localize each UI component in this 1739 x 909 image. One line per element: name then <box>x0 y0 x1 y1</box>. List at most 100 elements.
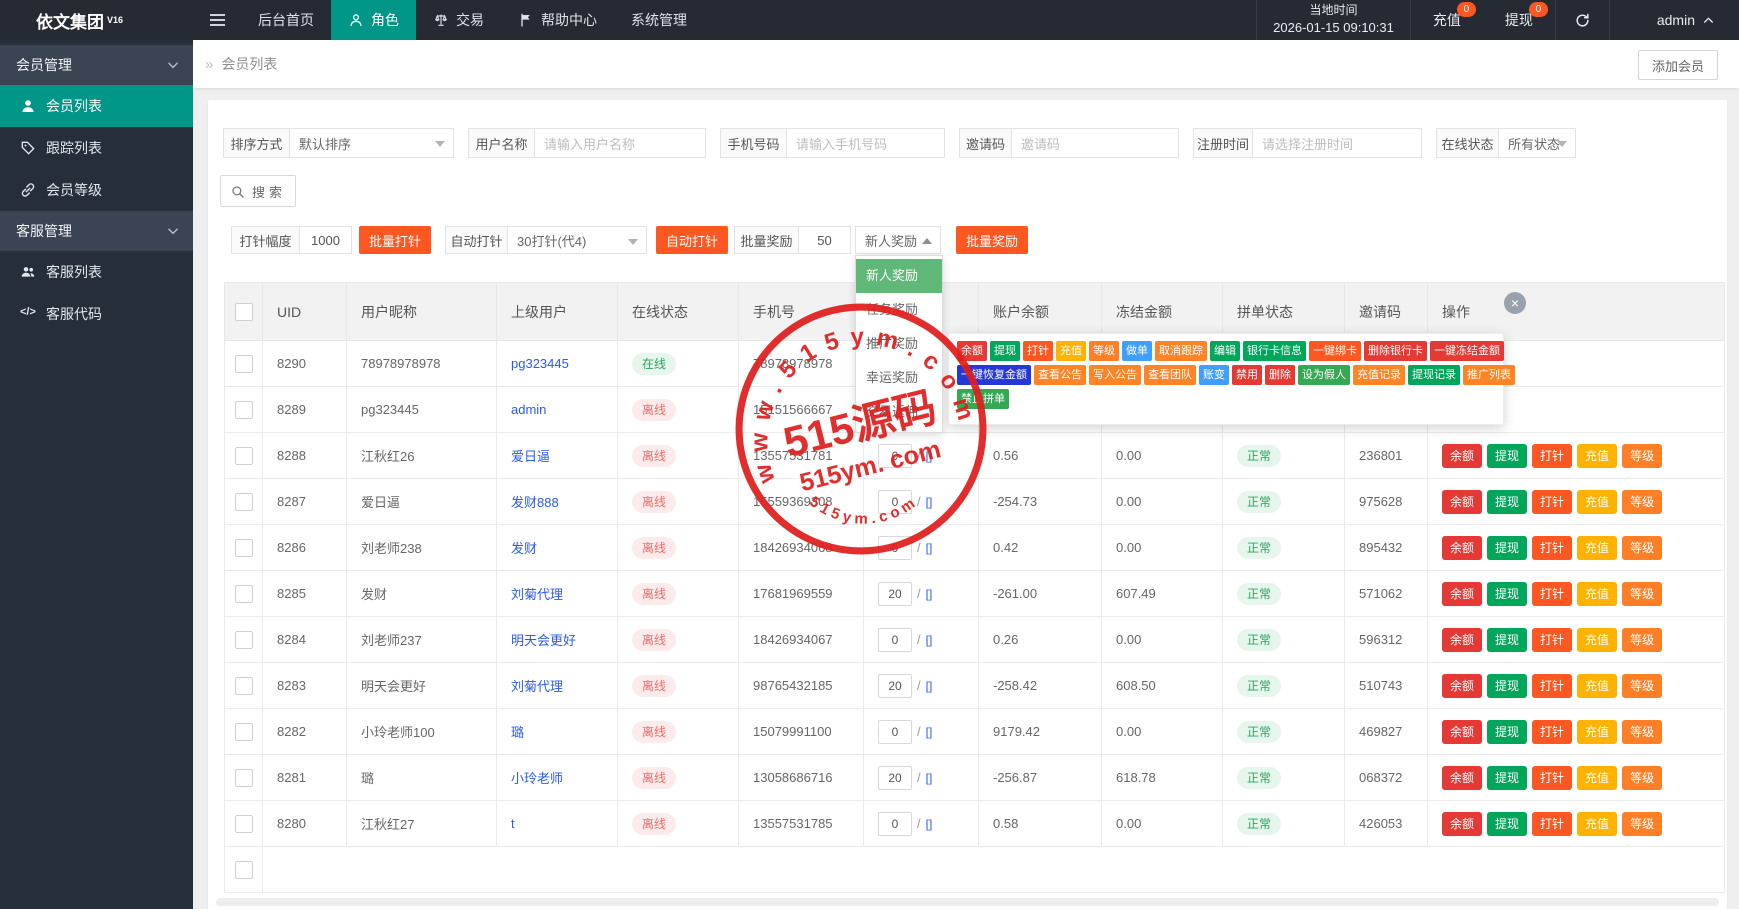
sidebar-item-2-1[interactable]: 客服列表 <box>0 251 193 293</box>
row-action-3-button[interactable]: 打针 <box>1532 444 1572 468</box>
panel-action-button[interactable]: 设为假人 <box>1298 365 1350 385</box>
panel-action-button[interactable]: 查看团队 <box>1144 365 1196 385</box>
row-action-1-button[interactable]: 余额 <box>1442 766 1482 790</box>
row-action-2-button[interactable]: 提现 <box>1487 628 1527 652</box>
plan-edit-link[interactable]: [] <box>926 541 933 555</box>
panel-action-button[interactable]: 充值记录 <box>1353 365 1405 385</box>
plan-edit-link[interactable]: [] <box>926 679 933 693</box>
row-action-3-button[interactable]: 打针 <box>1532 582 1572 606</box>
plan-edit-link[interactable]: [] <box>926 771 933 785</box>
plan-input[interactable]: 0 <box>878 720 912 744</box>
auto-needle-select[interactable]: 30打针(代4) <box>507 226 647 254</box>
row-checkbox[interactable] <box>235 723 253 741</box>
plan-edit-link[interactable]: [] <box>926 725 933 739</box>
panel-action-button[interactable]: 一键绑卡 <box>1309 341 1361 361</box>
row-action-1-button[interactable]: 余额 <box>1442 536 1482 560</box>
row-checkbox[interactable] <box>235 447 253 465</box>
panel-action-button[interactable]: 充值 <box>1056 341 1086 361</box>
parent-user-link[interactable]: 刘菊代理 <box>511 587 563 602</box>
row-action-4-button[interactable]: 充值 <box>1577 674 1617 698</box>
row-checkbox[interactable] <box>235 401 253 419</box>
panel-action-button[interactable]: 删除银行卡 <box>1364 341 1427 361</box>
parent-user-link[interactable]: admin <box>511 402 546 417</box>
panel-action-button[interactable]: 删除 <box>1265 365 1295 385</box>
parent-user-link[interactable]: 发财888 <box>511 495 559 510</box>
top-nav-item-3[interactable]: 交易 <box>416 0 501 40</box>
plan-input[interactable]: 0 <box>878 444 912 468</box>
select-all-checkbox[interactable] <box>235 303 253 321</box>
panel-action-button[interactable]: 账变 <box>1199 365 1229 385</box>
row-action-4-button[interactable]: 充值 <box>1577 536 1617 560</box>
row-action-5-button[interactable]: 等级 <box>1622 766 1662 790</box>
filter-select[interactable]: 默认排序 <box>289 128 454 158</box>
row-checkbox[interactable] <box>235 493 253 511</box>
panel-action-button[interactable]: 银行卡信息 <box>1243 341 1306 361</box>
needle-range-input[interactable]: 1000 <box>299 226 352 254</box>
top-nav-item-2[interactable]: 角色 <box>331 0 416 40</box>
plan-input[interactable]: 0 <box>878 812 912 836</box>
row-action-1-button[interactable]: 余额 <box>1442 444 1482 468</box>
add-member-button[interactable]: 添加会员 <box>1638 50 1718 80</box>
reward-option-1[interactable]: 新人奖励 <box>856 259 942 293</box>
parent-user-link[interactable]: 璐 <box>511 725 524 740</box>
row-action-5-button[interactable]: 等级 <box>1622 674 1662 698</box>
row-action-2-button[interactable]: 提现 <box>1487 812 1527 836</box>
plan-input[interactable]: 0 <box>878 628 912 652</box>
parent-user-link[interactable]: 发财 <box>511 541 537 556</box>
filter-input[interactable]: 请选择注册时间 <box>1252 128 1422 158</box>
panel-action-button[interactable]: 做单 <box>1122 341 1152 361</box>
reward-option-5[interactable]: 交易返佣 <box>856 395 942 429</box>
row-action-4-button[interactable]: 充值 <box>1577 444 1617 468</box>
panel-action-button[interactable]: 等级 <box>1089 341 1119 361</box>
sidebar-item-1-1[interactable]: 会员列表 <box>0 85 193 127</box>
parent-user-link[interactable]: pg323445 <box>511 356 569 371</box>
row-action-4-button[interactable]: 充值 <box>1577 628 1617 652</box>
reward-option-3[interactable]: 推广奖励 <box>856 327 942 361</box>
row-action-2-button[interactable]: 提现 <box>1487 674 1527 698</box>
sidebar-group-1[interactable]: 会员管理 <box>0 45 193 85</box>
panel-action-button[interactable]: 禁止拼单 <box>957 389 1009 409</box>
row-action-5-button[interactable]: 等级 <box>1622 628 1662 652</box>
sidebar-item-1-3[interactable]: 会员等级 <box>0 169 193 211</box>
recharge-quick-button[interactable]: 充值0 <box>1410 0 1483 40</box>
plan-edit-link[interactable]: [] <box>926 817 933 831</box>
filter-select[interactable]: 所有状态 <box>1498 128 1576 158</box>
row-action-4-button[interactable]: 充值 <box>1577 582 1617 606</box>
row-action-5-button[interactable]: 等级 <box>1622 490 1662 514</box>
row-action-5-button[interactable]: 等级 <box>1622 536 1662 560</box>
batch-reward-button[interactable]: 批量奖励 <box>956 226 1028 254</box>
panel-action-button[interactable]: 推广列表 <box>1463 365 1515 385</box>
refresh-button[interactable] <box>1555 0 1609 40</box>
row-action-5-button[interactable]: 等级 <box>1622 444 1662 468</box>
sidebar-item-1-2[interactable]: 跟踪列表 <box>0 127 193 169</box>
row-checkbox[interactable] <box>235 355 253 373</box>
panel-action-button[interactable]: 一键冻结金额 <box>1430 341 1504 361</box>
row-checkbox[interactable] <box>235 861 253 879</box>
panel-action-button[interactable]: 禁用 <box>1232 365 1262 385</box>
row-action-3-button[interactable]: 打针 <box>1532 812 1572 836</box>
top-nav-item-5[interactable]: 系统管理 <box>614 0 704 40</box>
close-icon[interactable]: × <box>1504 292 1526 314</box>
panel-action-button[interactable]: 取消跟踪 <box>1155 341 1207 361</box>
panel-action-button[interactable]: 打针 <box>1023 341 1053 361</box>
plan-edit-link[interactable]: [] <box>926 633 933 647</box>
filter-input[interactable]: 邀请码 <box>1011 128 1179 158</box>
sidebar-group-2[interactable]: 客服管理 <box>0 211 193 251</box>
row-action-1-button[interactable]: 余额 <box>1442 628 1482 652</box>
row-action-1-button[interactable]: 余额 <box>1442 582 1482 606</box>
row-action-3-button[interactable]: 打针 <box>1532 674 1572 698</box>
plan-input[interactable]: 20 <box>878 582 912 606</box>
row-action-3-button[interactable]: 打针 <box>1532 766 1572 790</box>
parent-user-link[interactable]: 明天会更好 <box>511 633 576 648</box>
parent-user-link[interactable]: 小玲老师 <box>511 771 563 786</box>
user-menu[interactable]: admin <box>1609 0 1739 40</box>
row-action-2-button[interactable]: 提现 <box>1487 536 1527 560</box>
row-action-2-button[interactable]: 提现 <box>1487 490 1527 514</box>
panel-action-button[interactable]: 写入公告 <box>1089 365 1141 385</box>
parent-user-link[interactable]: t <box>511 816 515 831</box>
row-checkbox[interactable] <box>235 815 253 833</box>
reward-type-select[interactable]: 新人奖励 <box>855 226 941 254</box>
row-action-3-button[interactable]: 打针 <box>1532 720 1572 744</box>
row-action-2-button[interactable]: 提现 <box>1487 766 1527 790</box>
panel-action-button[interactable]: 提现记录 <box>1408 365 1460 385</box>
